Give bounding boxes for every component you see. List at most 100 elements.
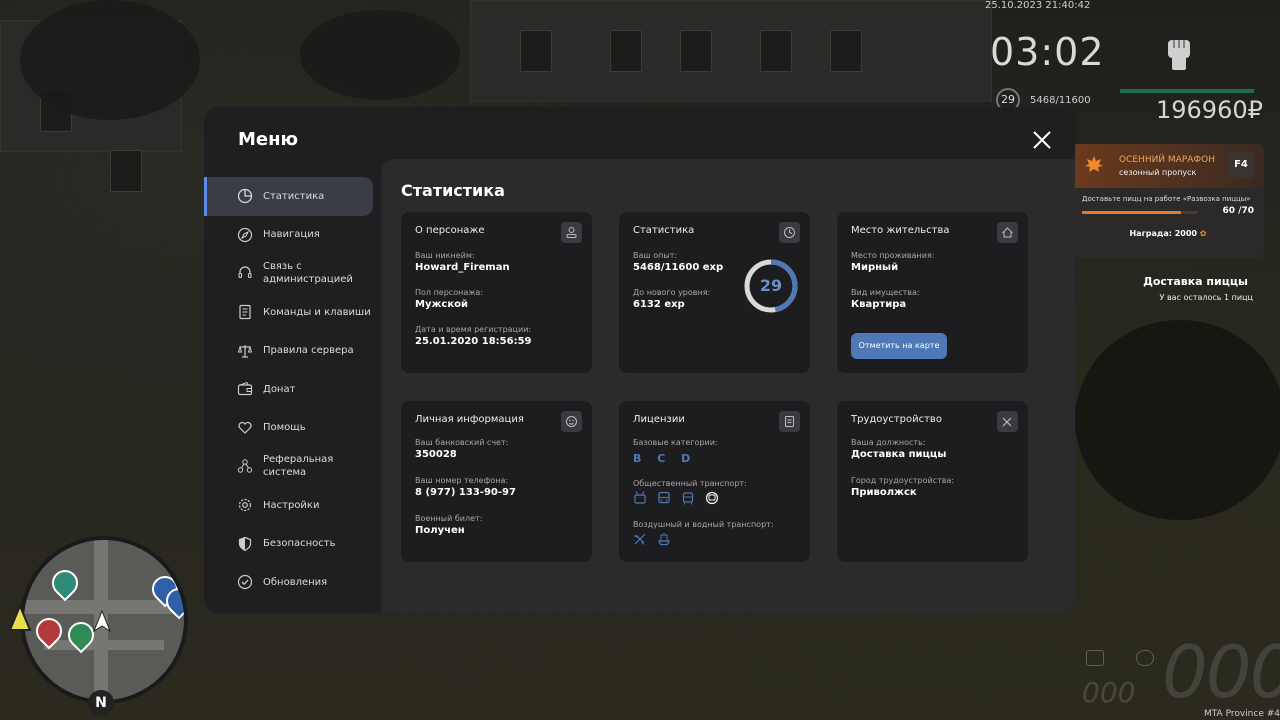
sidebar-item-commands[interactable]: Команды и клавиши [204,293,380,332]
card-licenses: Лицензии Базовые категории: B C D Общест… [619,401,810,562]
health-bar [1120,89,1254,93]
phone-label: Ваш номер телефона: [415,476,509,485]
season-pass-progress-text: 60 /70 [1222,206,1254,216]
season-pass-task: Доставьте пицц на работе «Развозка пиццы… [1082,195,1251,203]
sidebar-item-statistics[interactable]: Статистика [204,177,373,216]
sidebar-nav: Статистика Навигация Связь с администрац… [204,177,380,602]
season-pass-hotkey: F4 [1228,152,1254,178]
sidebar-item-updates[interactable]: Обновления [204,563,380,602]
public-transport-label: Общественный транспорт: [633,479,747,488]
property-type-label: Вид имущества: [851,288,920,297]
close-icon[interactable] [1031,129,1053,151]
card-title: Трудоустройство [851,414,942,425]
exp-text: 5468/11600 [1030,95,1091,106]
card-title: Место жительства [851,225,950,236]
card-employment: Трудоустройство Ваша должность: Доставка… [837,401,1028,562]
employment-city-value: Приволжск [851,487,917,498]
card-icon [997,411,1018,432]
season-pass-title: ОСЕННИЙ МАРАФОН [1119,155,1216,165]
menu-panel: Меню Статистика Навигация Связь с админи… [204,107,1075,613]
card-personal-info: Личная информация Ваш банковский счет: 3… [401,401,592,562]
sidebar-item-donate[interactable]: Донат [204,370,380,409]
license-document-icon [785,416,794,427]
gender-label: Пол персонажа: [415,288,484,297]
minimap-road [44,640,164,650]
season-pass-progress-bar [1082,211,1181,214]
card-title: Лицензии [633,414,685,425]
face-id-icon [566,416,577,427]
next-level-label: До нового уровня: [633,288,711,297]
server-brand: MTA Province #4 [1203,709,1280,719]
sidebar-item-label: Обновления [263,576,328,588]
leaf-small-icon: ✿ [1199,229,1207,238]
datetime-text: 25.10.2023 21:40:42 [985,0,1091,11]
card-icon [561,222,582,243]
map-marker-icon [46,564,84,602]
sidebar-item-label: Команды и клавиши [263,306,371,318]
north-indicator: N [88,690,114,716]
content-area: Статистика О персонаже Ваш никнейм: Howa… [381,159,1075,613]
sidebar-item-navigation[interactable]: Навигация [204,216,380,255]
nickname-label: Ваш никнейм: [415,251,475,260]
season-pass-reward-text: Награда: 2000 [1129,229,1197,238]
base-categories-value: B C D [633,452,697,465]
sidebar-item-label: Безопасность [263,538,336,550]
sidebar-item-security[interactable]: Безопасность [204,524,380,563]
card-residence: Место жительства Место проживания: Мирны… [837,212,1028,373]
card-title: Личная информация [415,414,524,425]
metro-icon [705,491,719,505]
bank-account-label: Ваш банковский счет: [415,438,509,447]
exp-value: 5468/11600 exp [633,262,724,273]
sidebar-item-rules[interactable]: Правила сервера [204,331,380,370]
season-pass-widget[interactable]: ОСЕННИЙ МАРАФОН сезонный пропуск F4 Дост… [1072,144,1264,258]
fist-icon [1168,40,1190,70]
user-stamp-icon [566,227,577,238]
network-icon [237,459,253,474]
air-water-label: Воздушный и водный транспорт: [633,520,774,529]
mark-on-map-button[interactable]: Отметить на карте [851,333,947,359]
position-value: Доставка пиццы [851,449,947,460]
sidebar-item-label: Связь с администрацией [263,261,353,286]
sidebar-item-help[interactable]: Помощь [204,409,380,448]
card-icon [997,222,1018,243]
residence-place-value: Мирный [851,262,899,273]
money-text: 196960₽ [1156,96,1263,124]
shield-icon [238,536,252,551]
quest-title: Доставка пиццы [1143,275,1248,288]
card-icon [779,222,800,243]
sidebar-item-label: Реферальная система [263,454,334,479]
headlight-icon [1086,650,1104,666]
sidebar-item-referral[interactable]: Реферальная система [204,447,380,486]
level-value: 29 [759,276,783,295]
card-icon [561,411,582,432]
document-list-icon [239,304,251,320]
menu-title: Меню [238,129,299,150]
sidebar-item-settings[interactable]: Настройки [204,486,380,525]
headset-icon [238,266,252,279]
heart-hand-icon [238,421,252,434]
check-circle-icon [237,575,253,590]
gear-icon [238,498,252,512]
sidebar-item-label: Статистика [263,190,325,202]
maple-leaf-icon [1085,156,1103,172]
sidebar-item-label: Донат [263,383,296,395]
military-id-value: Получен [415,525,465,536]
bus-icon [658,491,670,504]
clock-chart-icon [784,227,795,238]
season-pass-header: ОСЕННИЙ МАРАФОН сезонный пропуск F4 [1072,144,1264,188]
fuel-text: 000 [1082,676,1136,709]
house-icon [1002,227,1013,238]
next-level-value: 6132 exp [633,299,685,310]
position-label: Ваша должность: [851,438,926,447]
sidebar-item-admin-contact[interactable]: Связь с администрацией [204,254,380,293]
card-statistics: Статистика Ваш опыт: 5468/11600 exp До н… [619,212,810,373]
tram-icon [682,492,694,505]
sidebar-item-label: Помощь [263,422,306,434]
season-pass-subtitle: сезонный пропуск [1119,168,1197,177]
sidebar-item-label: Правила сервера [263,345,354,357]
tools-icon [1002,417,1012,427]
registration-label: Дата и время регистрации: [415,325,532,334]
employment-city-label: Город трудоустройства: [851,476,955,485]
weather-icon [1136,650,1154,666]
season-pass-reward: Награда: 2000 ✿ [1072,229,1264,238]
